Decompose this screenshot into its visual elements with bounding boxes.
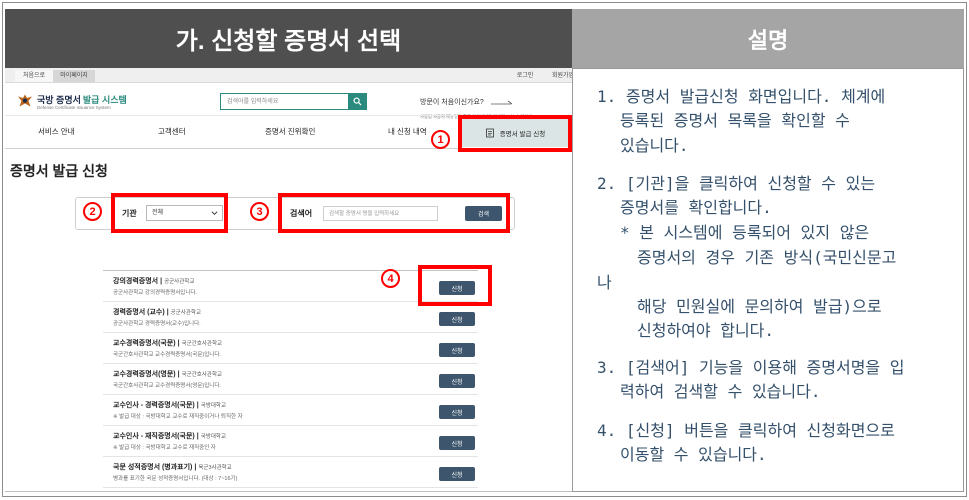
apply-button[interactable]: 신청 <box>439 312 475 326</box>
nav-item-my-requests[interactable]: 내 신청 내역 <box>388 116 427 148</box>
first-visit-help[interactable]: 방문이 처음이신가요? 사용법 사용자 메뉴얼을 통해 이용방법을 자세히 보실… <box>420 93 570 119</box>
explanation-line: 이동할 수 있습니다. <box>620 445 767 464</box>
site-search <box>220 93 367 110</box>
cert-separator: | <box>177 371 180 378</box>
top-utility-bar: 처음으로 마이페이지 로그인 회원가입 <box>5 68 572 83</box>
nav-item-customer-center[interactable]: 고객센터 <box>158 116 186 148</box>
cert-title-line: 교수경력증명서(국문) | 국군간호사관학교 <box>113 338 222 348</box>
explanation-line: 증명서를 확인합니다. <box>620 198 772 217</box>
screenshot-panel: 처음으로 마이페이지 로그인 회원가입 국방 증명서 발급 시스템 Defense… <box>5 68 572 492</box>
cert-desc: ※ 발급 대상 : 국방대학교 교수로 재직중인 자 <box>113 445 216 451</box>
explanation-line: 있습니다. <box>620 136 689 155</box>
explanation-line: 2. [기관]을 클릭하여 신청할 수 있는 <box>597 174 876 193</box>
home-link[interactable]: 처음으로 <box>15 70 53 82</box>
arrow-right-icon <box>491 100 513 105</box>
cert-desc: 국군간호사관학교 교수경력증명서(국문)입니다. <box>113 352 221 358</box>
apply-button[interactable]: 신청 <box>439 467 475 481</box>
step-marker-1: 1 <box>431 130 450 149</box>
cert-org: 공군사관학교 <box>170 310 202 316</box>
page-title: 증명서 발급 신청 <box>10 163 108 179</box>
list-item: 국문 성적증명서 (병과표기) | 육군3사관학교 병과를 표기한 국문 성적증명서… <box>103 457 478 488</box>
cert-separator: | <box>166 309 169 316</box>
help-title: 방문이 처음이신가요? <box>420 98 484 106</box>
explanation-title: 설명 <box>572 9 964 68</box>
site-name-main: 국방 증명서 <box>37 95 81 105</box>
list-item: 교수경력증명서(국문) | 국군간호사관학교 국군간호사관학교 교수경력증명서(국문… <box>103 333 478 364</box>
cert-org: 공군사관학교 <box>164 279 195 285</box>
list-item: 경력증명서 (교수) | 공군사관학교 공군사관학교 경력증명서(교수)입니다. 신… <box>103 302 478 333</box>
nav-item-verify[interactable]: 증명서 진위확인 <box>265 116 315 148</box>
cert-title: 교수경력증명서(영문) <box>113 371 176 378</box>
cert-title: 교수인사 - 경력증명서(국문) <box>113 402 195 409</box>
cert-title: 교수경력증명서(국문) <box>113 340 176 347</box>
cert-separator: | <box>177 340 180 347</box>
site-name-accent: 발급 시스템 <box>82 95 127 105</box>
cert-title: 강의경력증명서 <box>113 278 159 285</box>
explanation-note-line: 증명서의 경우 기존 방식(국민신문고 <box>637 248 897 267</box>
cert-title-line: 교수인사 - 경력증명서(국문) | 국방대학교 <box>113 400 226 410</box>
apply-button[interactable]: 신청 <box>439 374 475 388</box>
cert-title-line: 경력증명서 (교수) | 공군사관학교 <box>113 307 201 317</box>
list-item: 교수인사 - 재직증명서(국문) | 국방대학교 ※ 발급 대상 : 국방대학교 교… <box>103 426 478 457</box>
explanation-line: 등록된 증명서 목록을 확인할 수 <box>620 111 850 130</box>
highlight-box-3 <box>278 193 510 233</box>
explanation-note-line: 신청하여야 합니다. <box>637 321 775 340</box>
cert-org: 국방대학교 <box>200 434 227 440</box>
mypage-link[interactable]: 마이페이지 <box>53 70 95 82</box>
cert-org: 국군간호사관학교 <box>181 341 223 347</box>
explanation-note-line: * 본 시스템에 등록되어 있지 않은 <box>620 223 870 242</box>
login-link[interactable]: 로그인 <box>512 70 538 82</box>
step-marker-3: 3 <box>250 202 269 221</box>
explanation-line: 3. [검색어] 기능을 이용해 증명서명을 입 <box>597 358 905 377</box>
search-button[interactable] <box>348 94 366 109</box>
cert-org: 육군3사관학교 <box>198 465 232 471</box>
emblem-icon <box>18 94 32 107</box>
site-logo[interactable]: 국방 증명서 발급 시스템 Defense Certificate Issuanc… <box>17 92 137 112</box>
search-input[interactable] <box>221 94 348 109</box>
cert-title: 국문 성적증명서 (병과표기) <box>113 464 193 471</box>
explanation-note-line: 해당 민원실에 문의하여 발급)으로 <box>637 297 882 316</box>
cert-title-line: 교수경력증명서(영문) | 국군간호사관학교 <box>113 369 222 379</box>
cert-separator: | <box>194 464 197 471</box>
section-title: 가. 신청할 증명서 선택 <box>5 9 572 68</box>
cert-title: 교수인사 - 재직증명서(국문) <box>113 433 195 440</box>
nav-item-service-info[interactable]: 서비스 안내 <box>38 116 75 148</box>
step-marker-2: 2 <box>83 202 102 221</box>
highlight-box-4 <box>418 265 492 306</box>
cert-title-line: 강의경력증명서 | 공군사관학교 <box>113 276 194 286</box>
cert-desc: 공군사관학교 경력증명서(교수)입니다. <box>113 321 201 327</box>
explanation-panel: 1. 증명서 발급신청 화면입니다. 체계에 등록된 증명서 목록을 확인할 수… <box>572 68 964 492</box>
apply-button[interactable]: 신청 <box>439 436 475 450</box>
explanation-line: 1. 증명서 발급신청 화면입니다. 체계에 <box>597 87 886 106</box>
cert-separator: | <box>160 278 163 285</box>
highlight-box-1 <box>458 115 572 152</box>
cert-org: 국군간호사관학교 <box>181 372 223 378</box>
list-item: 교수경력증명서(영문) | 국군간호사관학교 국군간호사관학교 교수경력증명서(영문… <box>103 364 478 395</box>
explanation-note-line: 나 <box>597 273 612 292</box>
cert-separator: | <box>196 402 199 409</box>
explanation-line: 4. [신청] 버튼을 클릭하여 신청화면으로 <box>597 421 895 440</box>
list-item: 교수인사 - 경력증명서(국문) | 국방대학교 ※ 발급 대상 : 국방대학교 교… <box>103 395 478 426</box>
signup-link[interactable]: 회원가입 <box>548 70 572 82</box>
explanation-line: 력하여 검색할 수 있습니다. <box>620 382 821 401</box>
highlight-box-2 <box>111 193 228 233</box>
cert-org: 국방대학교 <box>200 403 227 409</box>
cert-desc: ※ 발급 대상 : 국방대학교 교수로 재직중이거나 퇴직한 자 <box>113 414 243 420</box>
cert-desc: 공군사관학교 강의경력증명서입니다. <box>113 290 198 296</box>
site-subtitle: Defense Certificate Issuance System <box>37 105 111 110</box>
cert-desc: 병과를 표기한 국문 성적증명서입니다. (대상 : 7~16기) <box>113 476 238 482</box>
cert-desc: 국군간호사관학교 교수경력증명서(영문)입니다. <box>113 383 221 389</box>
apply-button[interactable]: 신청 <box>439 343 475 357</box>
cert-title: 경력증명서 (교수) <box>113 309 165 316</box>
cert-title-line: 교수인사 - 재직증명서(국문) | 국방대학교 <box>113 431 226 441</box>
step-marker-4: 4 <box>381 269 400 288</box>
cert-title-line: 국문 성적증명서 (병과표기) | 육군3사관학교 <box>113 462 232 472</box>
apply-button[interactable]: 신청 <box>439 405 475 419</box>
search-icon <box>352 97 362 106</box>
cert-separator: | <box>196 433 199 440</box>
